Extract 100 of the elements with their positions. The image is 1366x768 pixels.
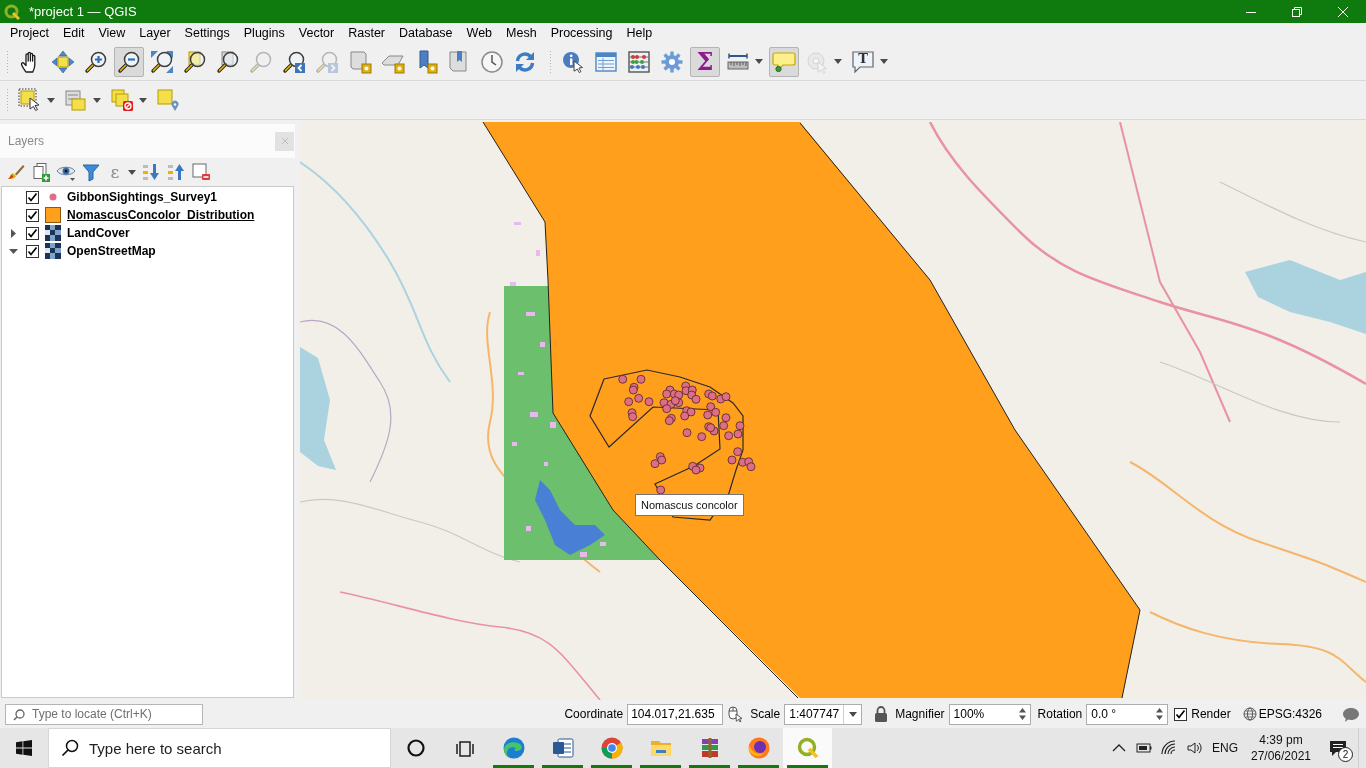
window-title: *project 1 — QGIS [29, 4, 137, 19]
clock-button[interactable]: 4:39 pm 27/06/2021 [1244, 728, 1318, 768]
language-indicator[interactable]: ENG [1206, 741, 1244, 755]
caret-icon [47, 97, 55, 103]
sighting-point [735, 421, 745, 431]
sighting-point [644, 397, 654, 407]
menu-item[interactable]: Vector [291, 23, 342, 43]
collapse-all-icon [166, 162, 186, 182]
expand-all-button[interactable] [141, 161, 161, 183]
tick-icon [1175, 708, 1187, 720]
sighting-point [721, 392, 731, 402]
wifi-icon[interactable] [1160, 740, 1177, 756]
menu-item[interactable]: View [91, 23, 133, 43]
zoom-in-icon [84, 49, 108, 74]
locate-field[interactable]: Type to locate (Ctrl+K) [5, 703, 203, 725]
panel-title: Layers [8, 134, 45, 148]
crs-button[interactable]: EPSG:4326 [1242, 707, 1322, 721]
gear-icon [660, 49, 684, 74]
map-tooltip: Nomascus concolor [635, 494, 744, 516]
lock-icon[interactable] [874, 706, 889, 722]
sighting-point [628, 412, 638, 422]
paintbrush-icon [6, 162, 26, 182]
rotation-spinbox[interactable]: 0.0 ° [1086, 703, 1169, 725]
rotation-label: Rotation [1037, 707, 1083, 721]
sighting-point [634, 393, 644, 403]
caret-right-icon[interactable] [10, 228, 16, 238]
coordinate-field[interactable]: 104.017,21.635 [627, 703, 724, 725]
funnel-icon [81, 162, 101, 182]
menu-item[interactable]: Raster [341, 23, 393, 43]
layer-name[interactable]: NomascusConcolor_Distribution [67, 208, 255, 222]
caret-down-icon[interactable] [8, 248, 18, 254]
menu-item[interactable]: Database [392, 23, 460, 43]
tick-icon [27, 209, 38, 221]
magnifier-icon [249, 49, 273, 74]
clock-icon [480, 49, 504, 74]
filter-legend-button[interactable] [81, 161, 101, 183]
menu-item[interactable]: Web [459, 23, 500, 43]
sighting-point [682, 428, 692, 438]
menu-item[interactable]: Plugins [236, 23, 292, 43]
qgis-logo-icon [4, 3, 20, 20]
map-tips-button[interactable] [769, 46, 799, 77]
zoom-out-button[interactable] [114, 46, 144, 77]
coordinate-label: Coordinate [564, 707, 624, 721]
taskbar-search-field[interactable]: Type here to search [48, 728, 391, 768]
magnifier-spinbox[interactable]: 100% [948, 703, 1031, 725]
sighting-point [703, 410, 713, 420]
select-cursor-icon [18, 88, 42, 112]
edge-icon [501, 736, 526, 760]
notification-button[interactable]: 2 [1318, 728, 1358, 768]
remove-layer-button[interactable] [191, 161, 211, 183]
menu-item[interactable]: Project [3, 23, 56, 43]
sighting-point [746, 462, 756, 472]
qgis-logo-icon [795, 736, 820, 760]
battery-icon[interactable] [1135, 740, 1152, 756]
speaker-icon[interactable] [1185, 740, 1202, 756]
layer-checkbox[interactable] [26, 190, 39, 204]
layer-checkbox[interactable] [26, 244, 39, 258]
zoom-layer-icon [216, 49, 240, 74]
table-icon [594, 49, 618, 74]
raster-symbol-icon [45, 243, 61, 259]
layer-name[interactable]: LandCover [67, 226, 130, 240]
layer-name[interactable]: GibbonSightings_Survey1 [67, 190, 218, 204]
taskbar-app-button[interactable] [783, 728, 832, 768]
caret-icon [848, 711, 857, 717]
text-annotation-button[interactable]: T [848, 46, 891, 77]
layer-checkbox[interactable] [26, 226, 39, 240]
menu-item[interactable]: Settings [177, 23, 237, 43]
callout-icon [851, 49, 875, 74]
collapse-all-button[interactable] [166, 161, 186, 183]
scale-label: Scale [750, 707, 781, 721]
refresh-icon [513, 49, 537, 74]
layer-name[interactable]: OpenStreetMap [67, 244, 156, 258]
add-group-button[interactable] [31, 161, 51, 183]
spin-arrows-icon [1017, 706, 1027, 722]
tick-icon [27, 245, 38, 257]
menu-item[interactable]: Edit [55, 23, 92, 43]
sighting-point [636, 374, 646, 384]
page-badge-icon [348, 49, 372, 74]
restore-icon [1292, 6, 1302, 17]
mouse-cursor-icon[interactable] [727, 706, 744, 722]
raster-symbol-icon [45, 225, 61, 241]
sighting-point [697, 432, 707, 442]
menu-item[interactable]: Help [619, 23, 660, 43]
sighting-point [656, 485, 666, 495]
close-icon [280, 137, 289, 145]
render-checkbox[interactable] [1174, 707, 1188, 721]
message-bubble-icon[interactable] [1342, 705, 1360, 723]
zoom-out-icon [117, 49, 141, 74]
sighting-point [724, 431, 734, 441]
ring-cursor-icon [805, 49, 829, 74]
menu-item[interactable]: Layer [132, 23, 178, 43]
windows-logo-icon [16, 740, 32, 756]
layer-checkbox[interactable] [26, 208, 39, 222]
menu-item[interactable]: Processing [543, 23, 620, 43]
zoom-selection-icon [183, 49, 207, 74]
scale-combobox[interactable]: 1:407747 [784, 703, 863, 725]
menu-item[interactable]: Mesh [499, 23, 544, 43]
add-group-icon [31, 162, 51, 182]
sigma-button[interactable]: Σ [690, 46, 720, 77]
sighting-point [680, 411, 690, 421]
